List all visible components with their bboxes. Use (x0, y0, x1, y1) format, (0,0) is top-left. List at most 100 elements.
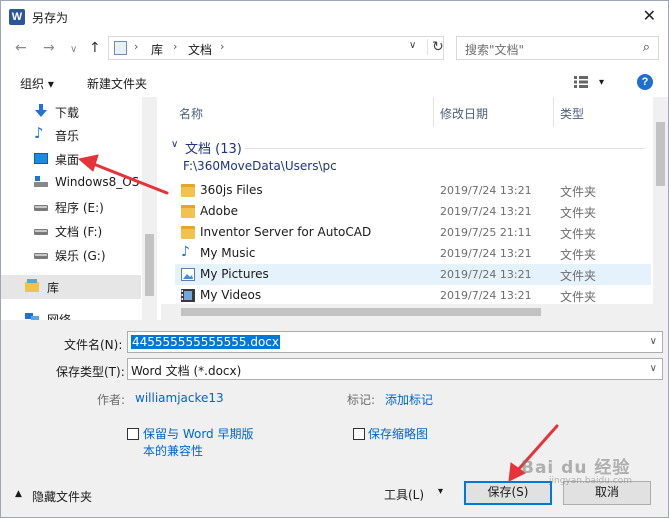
sidebar-item-drive-f[interactable]: 文档 (F:) (1, 219, 141, 241)
back-button[interactable]: ← (15, 40, 27, 56)
sidebar-item-desktop[interactable]: 桌面 (1, 147, 141, 169)
file-row[interactable]: Inventor Server for AutoCAD 2019/7/25 21… (175, 222, 651, 243)
sidebar-item-label: 下载 (55, 106, 80, 120)
filename-value: 445555555555555.docx (131, 335, 280, 349)
file-name: My Videos (200, 288, 262, 302)
sidebar-item-network[interactable]: 网络 (1, 307, 141, 320)
column-header-date[interactable]: 修改日期 (440, 105, 488, 122)
save-as-dialog: W 另存为 ✕ ← → ∨ ↑ › 库 › 文档 › ∨ ↻ 搜索"文档" ⌕ … (0, 0, 669, 518)
author-field[interactable]: williamjacke13 (135, 391, 224, 405)
scrollbar-thumb[interactable] (145, 234, 154, 296)
view-options-icon[interactable] (574, 76, 588, 88)
scrollbar-thumb[interactable] (181, 308, 541, 316)
search-icon[interactable]: ⌕ (643, 40, 650, 55)
thumbnail-checkbox[interactable] (353, 428, 365, 440)
chevron-up-icon[interactable]: ▲ (15, 489, 22, 499)
chevron-down-icon[interactable]: ∨ (171, 139, 178, 150)
file-date: 2019/7/24 13:21 (440, 268, 532, 281)
address-bar[interactable]: › 库 › 文档 › ∨ ↻ (108, 36, 444, 60)
network-icon (25, 311, 39, 320)
library-icon (25, 279, 39, 293)
filename-field[interactable]: 445555555555555.docx ∨ (127, 331, 663, 353)
sidebar-item-drive-e[interactable]: 程序 (E:) (1, 195, 141, 217)
hide-folders-button[interactable]: 隐藏文件夹 (32, 488, 92, 505)
drive-icon (34, 247, 48, 261)
file-name: 360js Files (200, 183, 263, 197)
sidebar-item-windows8-os[interactable]: Windows8_OS (1, 171, 141, 193)
file-row[interactable]: Adobe 2019/7/24 13:21 文件夹 (175, 201, 651, 222)
save-button[interactable]: 保存(S) (464, 481, 552, 505)
column-divider[interactable] (553, 97, 554, 127)
file-type: 文件夹 (560, 290, 597, 304)
filename-label: 文件名(N): (64, 338, 123, 352)
up-button[interactable]: ↑ (89, 40, 101, 56)
sidebar-item-library[interactable]: 库 (1, 275, 141, 299)
file-type: 文件夹 (560, 185, 597, 199)
music-folder-icon: ♪ (181, 244, 190, 260)
horizontal-scrollbar[interactable] (161, 304, 653, 320)
chevron-down-icon[interactable]: ∨ (650, 363, 657, 374)
file-date: 2019/7/24 13:21 (440, 247, 532, 260)
new-folder-button[interactable]: 新建文件夹 (87, 75, 147, 92)
view-dropdown[interactable]: ▾ (599, 77, 604, 88)
file-row[interactable]: My Videos 2019/7/24 13:21 文件夹 (175, 285, 651, 306)
sidebar-item-label: 程序 (E:) (55, 201, 104, 215)
desktop-icon (34, 153, 48, 164)
file-type: 文件夹 (560, 227, 597, 241)
forward-button[interactable]: → (43, 40, 55, 56)
save-options-panel: 文件名(N): 445555555555555.docx ∨ 保存类型(T): … (1, 320, 668, 517)
drive-icon (34, 199, 48, 213)
column-header-name[interactable]: 名称 (179, 105, 203, 122)
breadcrumb-documents[interactable]: 文档 (188, 41, 212, 58)
chevron-down-icon[interactable]: ∨ (650, 336, 657, 347)
file-date: 2019/7/25 21:11 (440, 226, 532, 239)
compat-checkbox[interactable] (127, 428, 139, 440)
close-button[interactable]: ✕ (643, 6, 656, 26)
group-header[interactable]: 文档 (13) (185, 138, 242, 157)
file-row[interactable]: 360js Files 2019/7/24 13:21 文件夹 (175, 180, 651, 201)
file-date: 2019/7/24 13:21 (440, 184, 532, 197)
download-icon (34, 104, 48, 118)
filetype-value: Word 文档 (*.docx) (131, 364, 242, 378)
pictures-folder-icon (181, 268, 195, 281)
compat-label-line2[interactable]: 本的兼容性 (143, 442, 203, 459)
sidebar-item-music[interactable]: ♪ 音乐 (1, 123, 141, 145)
music-icon: ♪ (34, 124, 44, 142)
sidebar-item-downloads[interactable]: 下载 (1, 100, 141, 122)
folder-icon (181, 184, 195, 197)
help-icon[interactable]: ? (637, 74, 653, 90)
file-type: 文件夹 (560, 269, 597, 283)
scrollbar-thumb[interactable] (656, 122, 665, 186)
folder-icon (181, 205, 195, 218)
file-list-scrollbar[interactable] (653, 97, 668, 320)
refresh-button[interactable]: ↻ (427, 39, 444, 55)
file-type: 文件夹 (560, 206, 597, 220)
tools-button[interactable]: 工具(L) (384, 486, 424, 503)
file-row[interactable]: My Pictures 2019/7/24 13:21 文件夹 (175, 264, 651, 285)
file-name: Adobe (200, 204, 238, 218)
search-input[interactable]: 搜索"文档" ⌕ (456, 36, 659, 60)
navigation-scrollbar[interactable] (142, 97, 157, 320)
recent-locations-button[interactable]: ∨ (70, 42, 77, 58)
column-header-type[interactable]: 类型 (560, 105, 584, 122)
navigation-pane: 下载 ♪ 音乐 桌面 Windows8_OS 程序 (E:) 文档 (F:) 娱… (1, 97, 157, 320)
file-row[interactable]: ♪ My Music 2019/7/24 13:21 文件夹 (175, 243, 651, 264)
address-dropdown[interactable]: ∨ (409, 40, 416, 51)
compat-label[interactable]: 保留与 Word 早期版 (143, 425, 253, 442)
sidebar-item-drive-g[interactable]: 娱乐 (G:) (1, 243, 141, 265)
column-divider[interactable] (433, 97, 434, 127)
file-type: 文件夹 (560, 248, 597, 262)
organize-button[interactable]: 组织 ▾ (20, 75, 54, 92)
file-list: 名称 修改日期 类型 ∨ 文档 (13) F:\360MoveData\User… (161, 97, 654, 320)
filetype-select[interactable]: Word 文档 (*.docx) ∨ (127, 358, 663, 380)
breadcrumb-separator: › (220, 40, 225, 53)
tags-field[interactable]: 添加标记 (385, 391, 433, 408)
thumbnail-label[interactable]: 保存缩略图 (368, 425, 428, 442)
folder-icon (181, 226, 195, 239)
command-bar: 组织 ▾ 新建文件夹 ▾ ? (1, 67, 668, 97)
library-icon (114, 41, 127, 55)
sidebar-item-label: 文档 (F:) (55, 225, 103, 239)
tools-dropdown-icon[interactable]: ▾ (438, 486, 443, 497)
breadcrumb-library[interactable]: 库 (151, 41, 163, 58)
drive-icon (34, 223, 48, 237)
